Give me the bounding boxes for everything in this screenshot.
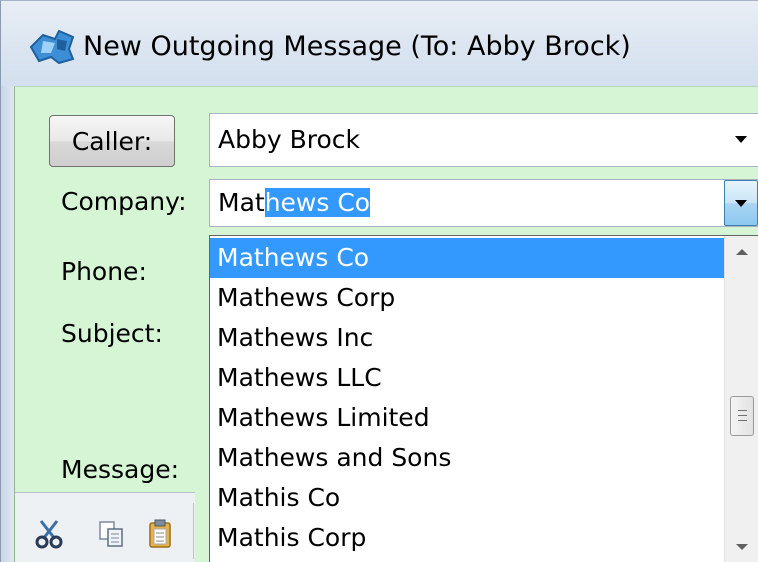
grip-line: [738, 420, 747, 421]
dropdown-item[interactable]: Mathews LLC: [210, 358, 724, 398]
scrollbar-thumb[interactable]: [730, 396, 754, 436]
dropdown-item[interactable]: Mathis Co: [210, 478, 724, 518]
message-window: New Outgoing Message (To: Abby Brock) Ca…: [0, 0, 758, 562]
dropdown-item[interactable]: Mathews and Sons: [210, 438, 724, 478]
dropdown-scrollbar[interactable]: [724, 236, 758, 562]
caller-button[interactable]: Caller:: [49, 115, 175, 167]
company-typed-text: Mat: [218, 188, 265, 217]
paste-icon[interactable]: [147, 519, 175, 549]
window-left-border: [0, 86, 14, 562]
dropdown-item[interactable]: Mathews Limited: [210, 398, 724, 438]
dropdown-item[interactable]: Mathews Corp: [210, 278, 724, 318]
grip-line: [738, 410, 747, 411]
copy-icon[interactable]: [97, 519, 125, 549]
company-dropdown-list[interactable]: Mathews Co Mathews Corp Mathews Inc Math…: [209, 235, 758, 562]
app-logo-icon: [29, 29, 75, 65]
caller-dropdown-arrow-icon[interactable]: [724, 114, 758, 166]
window-title: New Outgoing Message (To: Abby Brock): [83, 31, 631, 62]
company-combobox[interactable]: Mathews Co: [209, 179, 758, 227]
grip-line: [738, 415, 747, 416]
scroll-down-arrow-icon[interactable]: [725, 530, 758, 562]
company-autocomplete-text: hews Co: [264, 188, 371, 217]
company-label: Company:: [61, 187, 187, 216]
title-bar[interactable]: New Outgoing Message (To: Abby Brock): [0, 0, 758, 86]
subject-label: Subject:: [61, 319, 163, 348]
company-input[interactable]: Mathews Co: [218, 180, 371, 226]
edit-toolbar: [15, 492, 195, 562]
company-dropdown-arrow-icon[interactable]: [724, 180, 758, 226]
message-label: Message:: [61, 455, 179, 484]
dropdown-item[interactable]: Mathis Corp: [210, 518, 724, 558]
caller-combobox[interactable]: Abby Brock: [209, 113, 758, 167]
scroll-up-arrow-icon[interactable]: [725, 236, 758, 270]
toolbar-separator: [193, 503, 194, 559]
caller-value: Abby Brock: [218, 125, 360, 154]
dropdown-item[interactable]: Mathews Co: [210, 238, 724, 278]
phone-label: Phone:: [61, 257, 147, 286]
dropdown-item[interactable]: Mathews Inc: [210, 318, 724, 358]
form-panel: Caller: Abby Brock Company: Mathews Co P…: [14, 86, 758, 562]
cut-icon[interactable]: [35, 519, 63, 549]
